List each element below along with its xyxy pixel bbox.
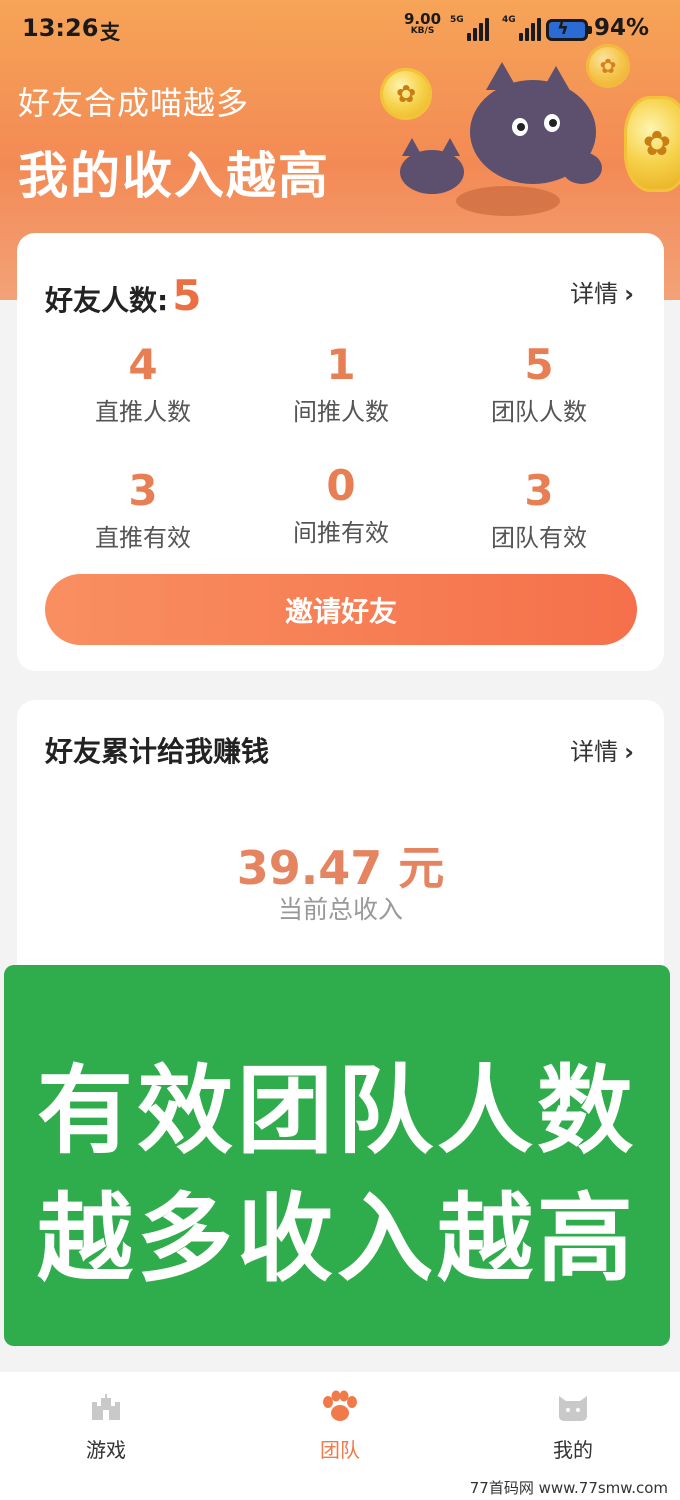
chevron-right-icon: › [624, 280, 634, 308]
stat-indirect-count: 1 间推人数 [256, 340, 426, 427]
signal-5g-icon: 5G [450, 15, 489, 41]
stat-value: 1 [326, 340, 356, 389]
cat-face-icon [513, 1390, 633, 1426]
tab-team[interactable]: 团队 [280, 1390, 400, 1463]
stat-label: 团队有效 [491, 524, 587, 552]
friends-count-label: 好友人数: [45, 284, 169, 317]
coin-icon: ✿ [380, 68, 432, 120]
tab-label: 团队 [320, 1438, 360, 1462]
tab-mine[interactable]: 我的 [513, 1390, 633, 1463]
friends-detail-link[interactable]: 详情 › [570, 274, 634, 309]
signal-5g-label: 5G [450, 15, 464, 25]
network-speed: 9.00 KB/S [404, 12, 441, 37]
stat-value: 3 [524, 466, 554, 515]
earnings-detail-link[interactable]: 详情 › [570, 732, 634, 767]
stat-value: 4 [128, 340, 158, 389]
hero-title: 我的收入越高 [18, 147, 330, 205]
friends-count-title: 好友人数:5 [45, 271, 201, 320]
stat-value: 0 [326, 461, 356, 510]
invite-friends-button[interactable]: 邀请好友 [45, 574, 637, 645]
tab-label: 我的 [553, 1438, 593, 1462]
friends-detail-label: 详情 [570, 280, 619, 308]
paw-icon [280, 1390, 400, 1426]
stat-label: 间推人数 [293, 398, 389, 426]
earnings-title: 好友累计给我赚钱 [45, 735, 270, 768]
earnings-card: 好友累计给我赚钱 详情 › 39.47 元 当前总收入 [17, 700, 664, 1000]
hero-subtitle: 好友合成喵越多 [18, 84, 250, 122]
cat-shadow [456, 186, 560, 216]
stat-indirect-valid: 0 间推有效 [256, 461, 426, 548]
alipay-icon: 支 [100, 20, 120, 44]
tab-game[interactable]: 游戏 [46, 1390, 166, 1463]
status-bar: 13:26 支 9.00 KB/S 5G 4G ϟ 94% [0, 0, 680, 62]
castle-icon [46, 1390, 166, 1426]
promo-overlay-banner: 有效团队人数 越多收入越高 [4, 965, 670, 1346]
stat-team-count: 5 团队人数 [454, 340, 624, 427]
chevron-right-icon: › [624, 738, 634, 766]
banner-line-2: 越多收入越高 [37, 1183, 637, 1295]
stat-label: 直推人数 [95, 398, 191, 426]
stat-direct-valid: 3 直推有效 [58, 466, 228, 553]
stat-label: 团队人数 [491, 398, 587, 426]
cat-paw-icon [562, 152, 602, 184]
total-income-value: 39.47 元 [236, 841, 445, 895]
watermark-text: 77首码网 www.77smw.com [469, 1479, 668, 1497]
earnings-detail-label: 详情 [570, 738, 619, 766]
coin-icon: ✿ [624, 96, 680, 192]
stat-direct-count: 4 直推人数 [58, 340, 228, 427]
coin-icon: ✿ [586, 44, 630, 88]
battery-percent: 94% [594, 15, 650, 41]
stat-value: 5 [524, 340, 554, 389]
stat-team-valid: 3 团队有效 [454, 466, 624, 553]
tab-label: 游戏 [86, 1438, 126, 1462]
friends-count-value: 5 [172, 271, 202, 320]
stat-label: 直推有效 [95, 524, 191, 552]
battery-icon: ϟ [546, 18, 592, 41]
banner-line-1: 有效团队人数 [37, 1055, 637, 1167]
small-cat-icon [400, 138, 464, 194]
stat-label: 间推有效 [293, 519, 389, 547]
status-time: 13:26 [22, 14, 99, 42]
signal-4g-label: 4G [502, 15, 516, 25]
signal-4g-icon: 4G [502, 15, 541, 41]
friends-card: 好友人数:5 详情 › 4 直推人数 1 间推人数 5 团队人数 3 直推有效 0… [17, 233, 664, 671]
stat-value: 3 [128, 466, 158, 515]
total-income-label: 当前总收入 [277, 895, 403, 924]
